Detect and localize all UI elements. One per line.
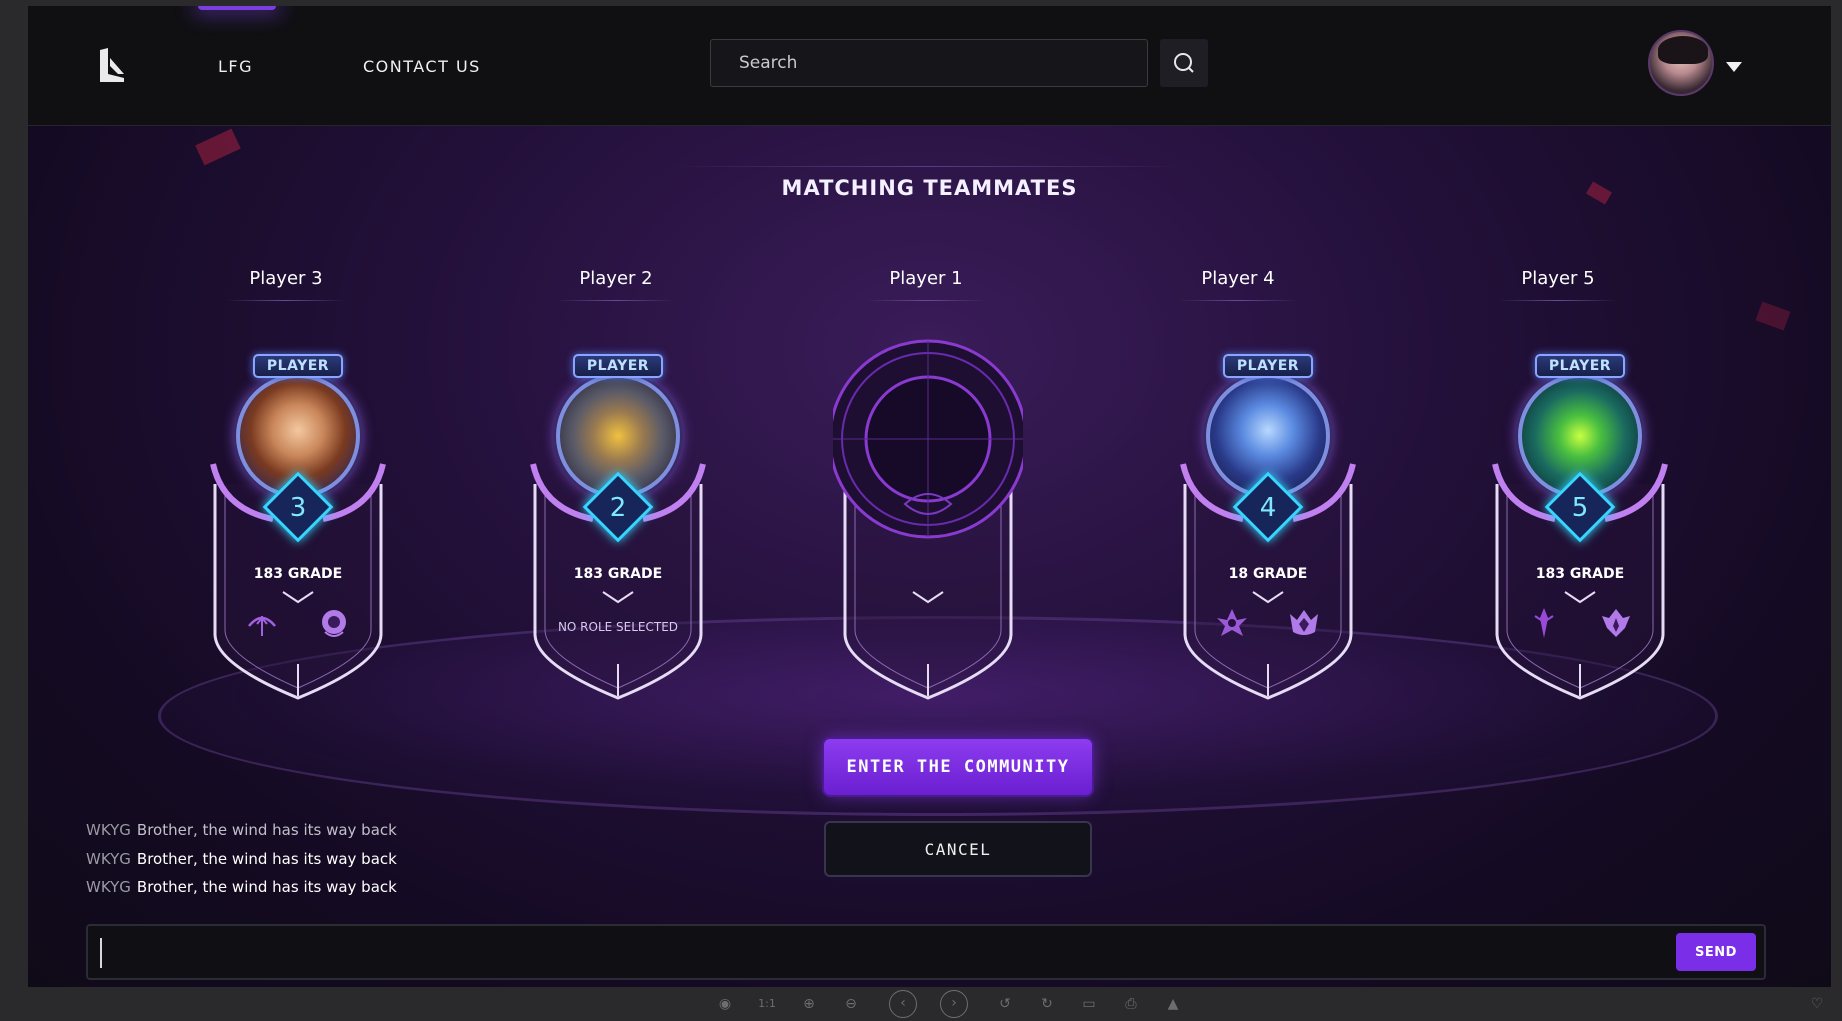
nav-item-lfg[interactable]: LFG — [197, 6, 277, 76]
print-icon[interactable]: ⎙ — [1122, 995, 1140, 1013]
rotate-right-icon[interactable]: ↻ — [1038, 995, 1056, 1013]
send-button[interactable]: SEND — [1676, 933, 1756, 971]
bow-role-icon — [248, 616, 276, 636]
player-badge: PLAYER — [1535, 354, 1625, 378]
player-card[interactable]: PLAYER 3 183 GRADE — [203, 334, 393, 704]
search-input[interactable] — [710, 39, 1148, 87]
page-title: MATCHING TEAMMATES — [781, 176, 1078, 200]
title-divider — [668, 166, 1188, 167]
app-window: LFG CONTACT US MATCHING TEAMMATES Player… — [28, 6, 1831, 987]
chat-message: WKYG Brother, the wind has its way back — [86, 850, 397, 868]
rotate-left-icon[interactable]: ↺ — [996, 995, 1014, 1013]
chat-text: Brother, the wind has its way back — [136, 821, 397, 839]
confetti-decoration — [1755, 301, 1791, 331]
more-icon[interactable]: ▲ — [1164, 995, 1182, 1013]
support-role-icon — [1602, 609, 1630, 637]
caret-down-icon[interactable] — [1726, 62, 1742, 72]
next-icon[interactable]: › — [940, 990, 968, 1018]
actual-size-icon[interactable]: 1:1 — [758, 995, 776, 1013]
player-card-empty[interactable] — [833, 334, 1023, 704]
nav-item-contact-us[interactable]: CONTACT US — [363, 57, 481, 76]
pan-icon[interactable]: ◉ — [716, 995, 734, 1013]
card-banner — [833, 339, 1023, 700]
tank-role-icon — [1290, 610, 1318, 635]
assassin-role-icon — [1217, 609, 1247, 636]
player-label: Player 2 — [536, 268, 696, 301]
chat-text: Brother, the wind has its way back — [136, 850, 397, 868]
chat-text: Brother, the wind has its way back — [136, 878, 397, 896]
player-card[interactable]: PLAYER 5 183 GRADE — [1485, 334, 1675, 704]
user-avatar[interactable] — [1648, 30, 1714, 96]
confetti-decoration — [195, 128, 241, 166]
marksman-role-icon — [1534, 608, 1554, 638]
player-grade: 183 GRADE — [253, 566, 343, 582]
viewer-toolbar: ◉ 1:1 ⊕ ⊖ ‹ › ↺ ↻ ▭ ⎙ ▲ ♡ — [0, 987, 1842, 1021]
no-role-text: NO ROLE SELECTED — [557, 620, 679, 634]
chat-message: WKYG Brother, the wind has its way back — [86, 878, 397, 896]
cancel-button[interactable]: CANCEL — [824, 821, 1092, 877]
player-label: Player 3 — [206, 268, 366, 301]
search-button[interactable] — [1160, 39, 1208, 87]
favorite-icon[interactable]: ♡ — [1808, 995, 1826, 1013]
zoom-out-icon[interactable]: ⊖ — [842, 995, 860, 1013]
chat-message: WKYG Brother, the wind has its way back — [86, 821, 397, 839]
top-navigation-bar: LFG CONTACT US — [28, 6, 1831, 126]
app-logo-icon[interactable] — [94, 44, 134, 84]
rank-number: 4 — [1259, 493, 1277, 523]
player-badge: PLAYER — [573, 354, 663, 378]
delete-icon[interactable]: ▭ — [1080, 995, 1098, 1013]
player-grade: 18 GRADE — [1228, 566, 1308, 582]
rank-number: 5 — [1571, 493, 1589, 523]
chat-input[interactable]: SEND — [86, 924, 1766, 980]
previous-icon[interactable]: ‹ — [889, 990, 917, 1018]
search-icon — [1174, 53, 1194, 73]
text-caret — [100, 938, 102, 968]
player-badge: PLAYER — [253, 354, 343, 378]
zoom-in-icon[interactable]: ⊕ — [800, 995, 818, 1013]
player-card[interactable]: PLAYER 4 18 GRADE — [1173, 334, 1363, 704]
mage-role-icon — [322, 610, 346, 637]
player-label: Player 1 — [846, 268, 1006, 301]
player-grade: 183 GRADE — [573, 566, 663, 582]
enter-community-button[interactable]: ENTER THE COMMUNITY — [824, 739, 1092, 795]
player-label: Player 4 — [1158, 268, 1318, 301]
player-label: Player 5 — [1478, 268, 1638, 301]
player-badge: PLAYER — [1223, 354, 1313, 378]
chat-username: WKYG — [86, 821, 131, 839]
rank-number: 3 — [289, 493, 307, 523]
chat-username: WKYG — [86, 878, 131, 896]
rank-number: 2 — [609, 493, 627, 523]
player-grade: 183 GRADE — [1535, 566, 1625, 582]
chat-username: WKYG — [86, 850, 131, 868]
player-card[interactable]: PLAYER 2 183 GRADE NO ROLE SELECTED — [523, 334, 713, 704]
